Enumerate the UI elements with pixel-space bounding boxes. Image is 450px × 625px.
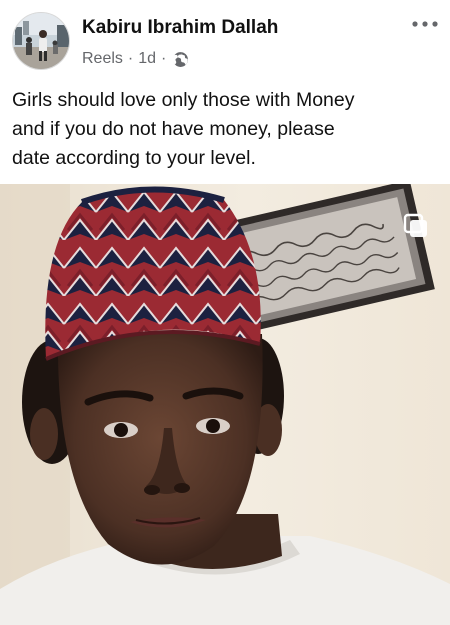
caption-line: and if you do not have money, please — [12, 118, 335, 140]
video-still — [0, 184, 450, 625]
facebook-post: Kabiru Ibrahim Dallah Reels · 1d · Girls… — [0, 0, 450, 625]
globe-icon[interactable] — [172, 51, 189, 68]
cap — [45, 186, 261, 361]
author-name[interactable]: Kabiru Ibrahim Dallah — [82, 17, 278, 39]
post-media[interactable] — [0, 184, 450, 625]
caption-line: date according to your level. — [12, 147, 256, 169]
post-time[interactable]: 1d — [138, 50, 156, 68]
more-options-icon[interactable] — [408, 10, 442, 38]
post-source[interactable]: Reels — [82, 50, 123, 68]
meta-separator: · — [161, 50, 167, 67]
post-meta: Reels · 1d · — [82, 49, 189, 69]
caption-line: Girls should love only those with Money — [12, 89, 355, 111]
post-caption: Girls should love only those with Money … — [12, 86, 442, 173]
reels-icon[interactable] — [402, 212, 430, 240]
post-header: Kabiru Ibrahim Dallah Reels · 1d · — [0, 0, 450, 84]
author-avatar[interactable] — [12, 12, 70, 70]
meta-separator: · — [127, 50, 134, 67]
